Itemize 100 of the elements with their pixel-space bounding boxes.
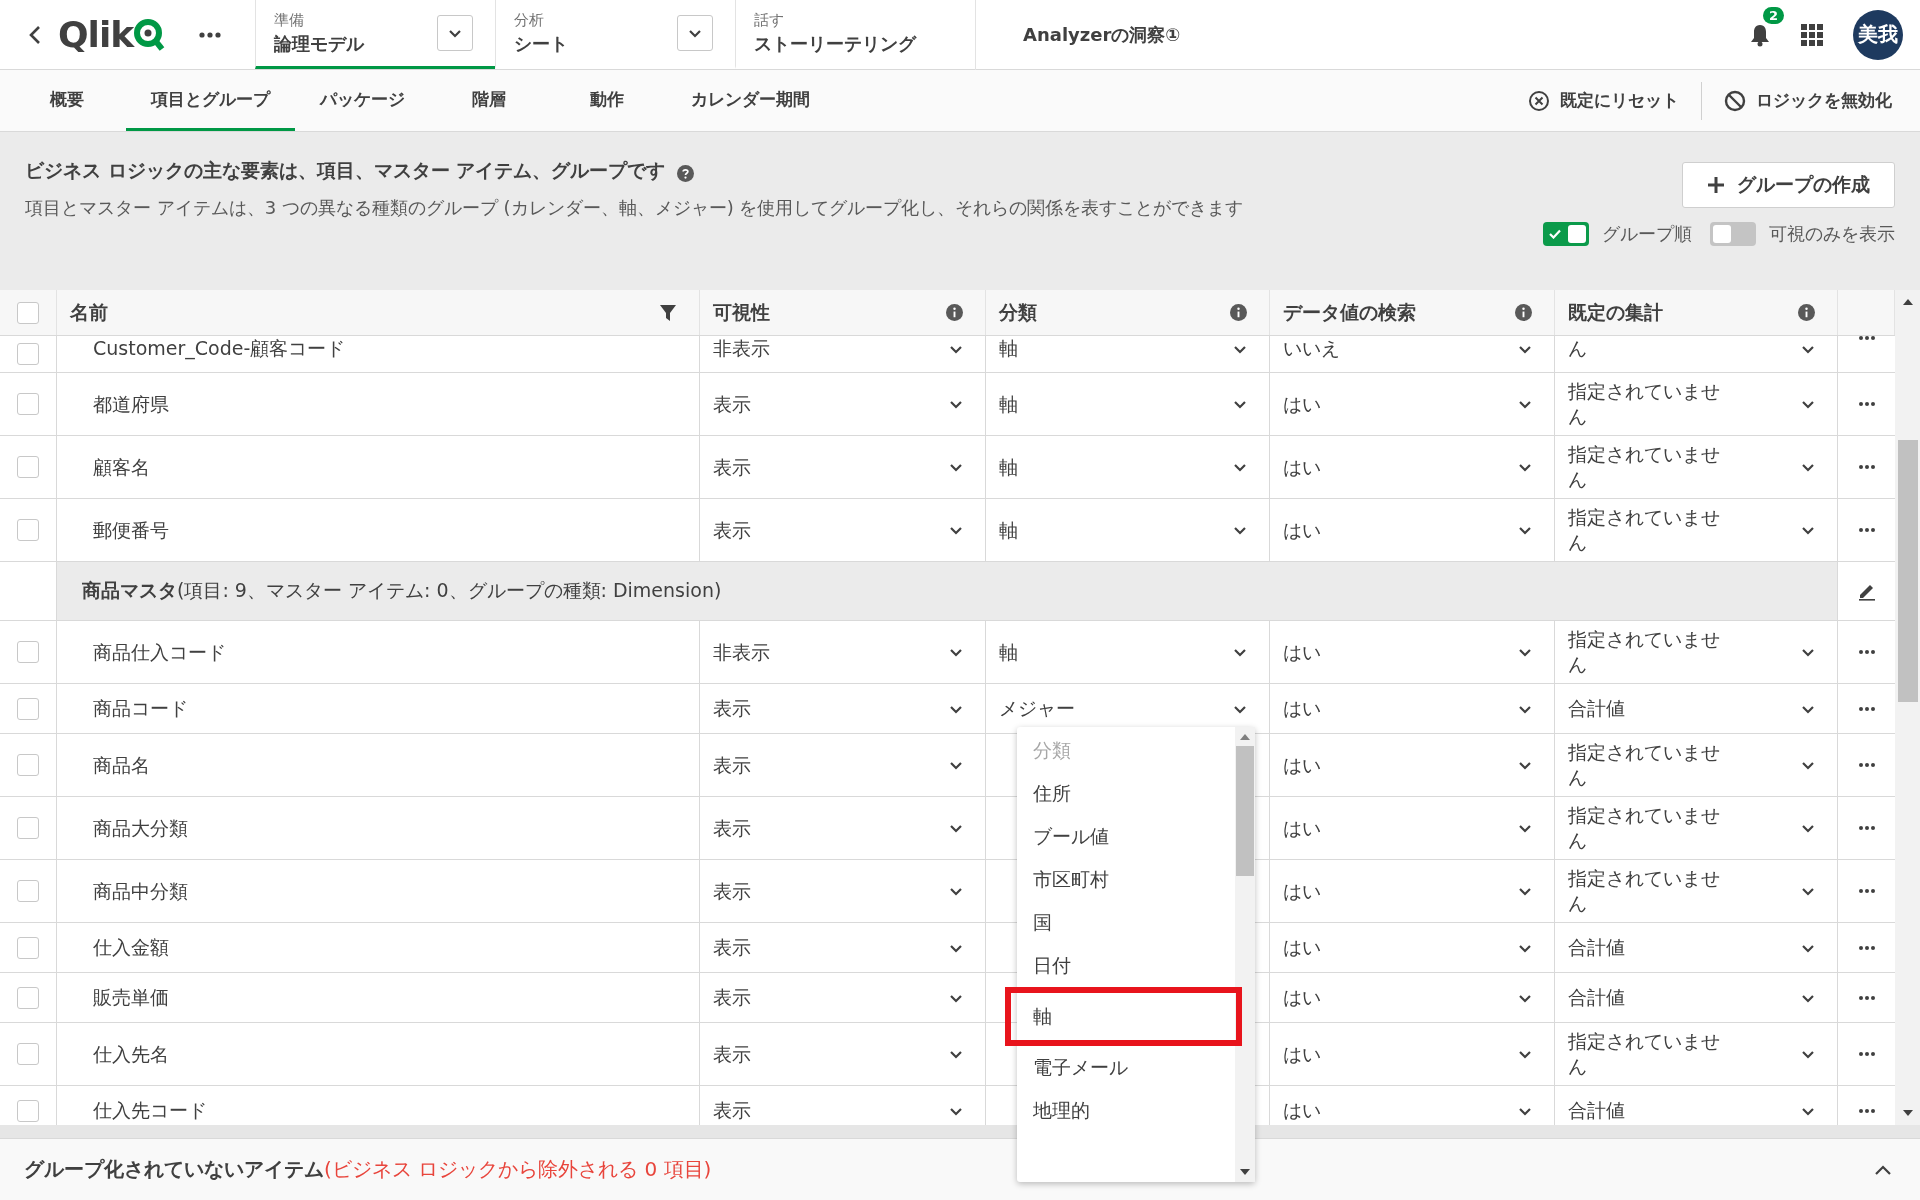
more-icon[interactable]: [1858, 528, 1875, 532]
classification-select[interactable]: 軸: [986, 336, 1269, 361]
aggregation-select[interactable]: 合計値: [1555, 1098, 1837, 1123]
search-select[interactable]: はい: [1270, 935, 1554, 960]
scrollbar[interactable]: [1895, 290, 1920, 1125]
tab[interactable]: 動作: [548, 70, 666, 131]
aggregation-select[interactable]: 指定されていません: [1555, 627, 1837, 677]
visibility-select[interactable]: 表示: [700, 391, 985, 417]
aggregation-select[interactable]: 指定されていません: [1555, 442, 1837, 492]
aggregation-select[interactable]: ん: [1555, 336, 1837, 361]
user-avatar[interactable]: 美我: [1853, 9, 1903, 60]
classification-select[interactable]: メジャー: [986, 696, 1269, 721]
aggregation-select[interactable]: 指定されていません: [1555, 505, 1837, 555]
classification-select[interactable]: 軸: [986, 391, 1269, 417]
toggle-switch[interactable]: [1543, 222, 1589, 246]
bell-icon[interactable]: [1749, 22, 1771, 47]
search-select[interactable]: はい: [1270, 985, 1554, 1010]
scrollbar-thumb[interactable]: [1236, 746, 1254, 876]
visibility-select[interactable]: 表示: [700, 696, 985, 721]
visibility-select[interactable]: 表示: [700, 878, 985, 904]
dropdown-option[interactable]: 地理的: [1017, 1089, 1235, 1132]
dropdown-option[interactable]: 市区町村: [1017, 858, 1235, 901]
visibility-select[interactable]: 表示: [700, 985, 985, 1010]
more-icon[interactable]: [1858, 995, 1875, 1000]
more-icon[interactable]: [1858, 1052, 1875, 1056]
checkbox[interactable]: [17, 456, 39, 478]
dropdown-option[interactable]: 国: [1017, 901, 1235, 944]
aggregation-select[interactable]: 指定されていません: [1555, 740, 1837, 790]
checkbox[interactable]: [17, 1043, 39, 1065]
column-header[interactable]: 名前: [57, 290, 700, 335]
checkbox[interactable]: [17, 641, 39, 663]
search-select[interactable]: はい: [1270, 815, 1554, 841]
checkbox[interactable]: [17, 697, 39, 720]
more-icon[interactable]: [1858, 1108, 1875, 1113]
visibility-select[interactable]: 表示: [700, 454, 985, 480]
search-select[interactable]: はい: [1270, 639, 1554, 665]
aggregation-select[interactable]: 指定されていません: [1555, 803, 1837, 853]
visibility-select[interactable]: 表示: [700, 815, 985, 841]
aggregation-select[interactable]: 合計値: [1555, 985, 1837, 1010]
info-icon[interactable]: [1515, 304, 1532, 321]
checkbox[interactable]: [17, 519, 39, 541]
tab[interactable]: パッケージ: [295, 70, 430, 131]
more-icon[interactable]: [1858, 465, 1875, 469]
classification-select[interactable]: 軸: [986, 454, 1269, 480]
column-header[interactable]: 既定の集計: [1555, 290, 1838, 335]
column-header[interactable]: データ値の検索: [1270, 290, 1555, 335]
dropdown-option[interactable]: 電子メール: [1017, 1046, 1235, 1089]
checkbox[interactable]: [17, 301, 39, 324]
help-icon[interactable]: [677, 164, 695, 182]
info-icon[interactable]: [1230, 304, 1247, 321]
more-icon[interactable]: [1858, 763, 1875, 767]
more-icon[interactable]: [1858, 650, 1875, 654]
dropdown-button[interactable]: [677, 15, 713, 51]
dropdown-option[interactable]: 住所: [1017, 772, 1235, 815]
scrollbar-thumb[interactable]: [1897, 440, 1918, 702]
search-select[interactable]: はい: [1270, 454, 1554, 480]
aggregation-select[interactable]: 指定されていません: [1555, 1029, 1837, 1079]
more-icon[interactable]: [1858, 889, 1875, 893]
more-icon[interactable]: [1858, 826, 1875, 830]
checkbox[interactable]: [17, 936, 39, 959]
classification-select[interactable]: 軸: [986, 639, 1269, 665]
dropdown-option[interactable]: 日付: [1017, 944, 1235, 987]
checkbox[interactable]: [17, 986, 39, 1009]
back-icon[interactable]: [28, 24, 42, 45]
action-button[interactable]: ロジックを無効化: [1724, 83, 1892, 118]
search-select[interactable]: はい: [1270, 696, 1554, 721]
aggregation-select[interactable]: 指定されていません: [1555, 379, 1837, 429]
aggregation-select[interactable]: 合計値: [1555, 696, 1837, 721]
checkbox[interactable]: [17, 343, 39, 365]
visibility-select[interactable]: 表示: [700, 1041, 985, 1067]
action-button[interactable]: 既定にリセット: [1528, 83, 1679, 118]
aggregation-select[interactable]: 指定されていません: [1555, 866, 1837, 916]
apps-grid-icon[interactable]: [1801, 23, 1823, 46]
info-icon[interactable]: [1798, 304, 1815, 321]
search-select[interactable]: いいえ: [1270, 336, 1554, 361]
column-header[interactable]: 可視性: [700, 290, 986, 335]
visibility-select[interactable]: 表示: [700, 752, 985, 778]
checkbox[interactable]: [17, 754, 39, 776]
search-select[interactable]: はい: [1270, 878, 1554, 904]
search-select[interactable]: はい: [1270, 752, 1554, 778]
tab[interactable]: 階層: [430, 70, 548, 131]
aggregation-select[interactable]: 合計値: [1555, 935, 1837, 960]
search-select[interactable]: はい: [1270, 391, 1554, 417]
column-header[interactable]: 分類: [986, 290, 1270, 335]
visibility-select[interactable]: 非表示: [700, 336, 985, 361]
classification-select[interactable]: 軸: [986, 517, 1269, 543]
dropdown-option[interactable]: ブール値: [1017, 815, 1235, 858]
visibility-select[interactable]: 非表示: [700, 639, 985, 665]
checkbox[interactable]: [17, 1099, 39, 1122]
tab[interactable]: 概要: [8, 70, 126, 131]
visibility-select[interactable]: 表示: [700, 935, 985, 960]
tab[interactable]: カレンダー期間: [666, 70, 835, 131]
toggle-switch[interactable]: [1710, 222, 1756, 246]
more-icon[interactable]: [1858, 336, 1875, 340]
search-select[interactable]: はい: [1270, 517, 1554, 543]
visibility-select[interactable]: 表示: [700, 517, 985, 543]
caret-up-icon[interactable]: [1874, 1163, 1892, 1176]
more-icon[interactable]: [1858, 706, 1875, 711]
nav-section[interactable]: 話す ストーリーテリング: [735, 0, 975, 69]
dropdown-button[interactable]: [437, 15, 473, 51]
